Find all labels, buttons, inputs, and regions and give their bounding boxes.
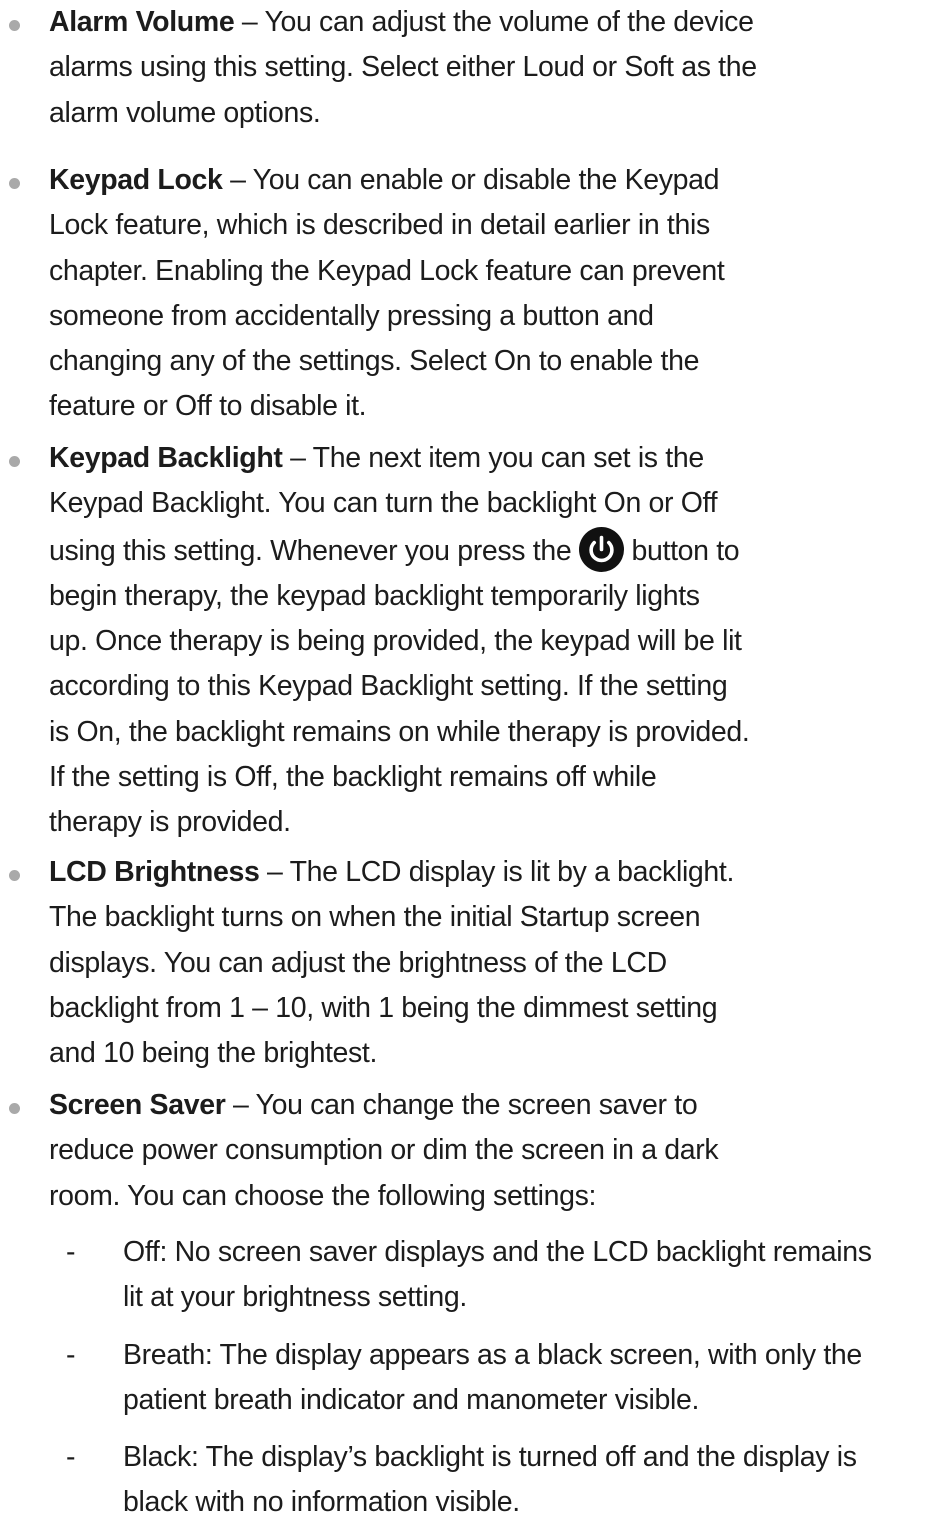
text-line: is On, the backlight remains on while th…: [49, 715, 750, 748]
text-line: Off: No screen saver displays and the LC…: [123, 1236, 872, 1268]
text-fragment: – You can adjust the volume of the devic…: [234, 6, 754, 38]
sub-list-item-text: Off: No screen saver displays and the LC…: [123, 1230, 929, 1321]
text-fragment: using this setting. Whenever you press t…: [49, 534, 572, 567]
bullet-icon: [9, 1103, 20, 1114]
dash-marker: -: [66, 1339, 76, 1371]
term-label: Keypad Backlight: [49, 442, 283, 474]
text-line: Black: The display’s backlight is turned…: [123, 1441, 857, 1473]
text-line: Keypad Backlight – The next item you can…: [49, 436, 839, 481]
text-line: Screen Saver – You can change the screen…: [49, 1083, 839, 1128]
text-line: black with no information visible.: [123, 1486, 520, 1519]
bullet-icon: [9, 20, 20, 31]
text-line: and 10 being the brightest.: [49, 1037, 378, 1070]
text-line: according to this Keypad Backlight setti…: [49, 670, 728, 703]
text-line: Lock feature, which is described in deta…: [49, 209, 710, 242]
text-line: Breath: The display appears as a black s…: [123, 1339, 862, 1371]
list-item-text: Alarm Volume – You can adjust the volume…: [49, 0, 839, 136]
document-page: Alarm Volume – You can adjust the volume…: [0, 0, 929, 1518]
list-item-text: Screen Saver – You can change the screen…: [49, 1083, 839, 1219]
text-line: Alarm Volume – You can adjust the volume…: [49, 0, 839, 45]
text-fragment: – The LCD display is lit by a backlight.: [259, 856, 735, 888]
text-line: someone from accidentally pressing a but…: [49, 299, 654, 332]
dash-marker: -: [66, 1441, 76, 1473]
list-item-text: LCD Brightness – The LCD display is lit …: [49, 850, 839, 1076]
text-line: begin therapy, the keypad backlight temp…: [49, 579, 700, 612]
text-line: using this setting. Whenever you press t…: [49, 526, 839, 574]
text-line: LCD Brightness – The LCD display is lit …: [49, 850, 839, 895]
text-line: up. Once therapy is being provided, the …: [49, 625, 742, 658]
term-label: Keypad Lock: [49, 164, 223, 196]
sub-list-item-text: Breath: The display appears as a black s…: [123, 1333, 929, 1424]
text-line: lit at your brightness setting.: [123, 1281, 467, 1314]
text-fragment: – You can change the screen saver to: [225, 1089, 698, 1121]
text-line: room. You can choose the following setti…: [49, 1179, 597, 1212]
list-item-text: Keypad Backlight – The next item you can…: [49, 436, 839, 846]
text-fragment: – You can enable or disable the Keypad: [222, 164, 720, 196]
power-icon: [578, 526, 624, 572]
dash-marker: -: [66, 1236, 76, 1268]
text-fragment: – The next item you can set is the: [282, 442, 704, 474]
term-label: Alarm Volume: [49, 6, 235, 38]
text-line: chapter. Enabling the Keypad Lock featur…: [49, 254, 725, 287]
text-line: alarm volume options.: [49, 96, 321, 129]
text-line: backlight from 1 – 10, with 1 being the …: [49, 991, 718, 1024]
text-line: If the setting is Off, the backlight rem…: [49, 761, 657, 794]
sub-list-item-text: Black: The display’s backlight is turned…: [123, 1435, 929, 1526]
text-line: alarms using this setting. Select either…: [49, 51, 757, 84]
term-label: Screen Saver: [49, 1089, 226, 1121]
text-line: reduce power consumption or dim the scre…: [49, 1134, 719, 1167]
term-label: LCD Brightness: [49, 856, 260, 888]
text-line: changing any of the settings. Select On …: [49, 345, 700, 378]
text-line: patient breath indicator and manometer v…: [123, 1384, 700, 1417]
text-line: Keypad Lock – You can enable or disable …: [49, 158, 839, 203]
bullet-icon: [9, 870, 20, 881]
text-line: Keypad Backlight. You can turn the backl…: [49, 487, 718, 520]
text-fragment: button to: [631, 534, 740, 567]
text-line: displays. You can adjust the brightness …: [49, 946, 667, 979]
text-line: therapy is provided.: [49, 806, 291, 839]
list-item-text: Keypad Lock – You can enable or disable …: [49, 158, 839, 430]
bullet-icon: [9, 178, 20, 189]
bullet-icon: [9, 456, 20, 467]
text-line: feature or Off to disable it.: [49, 390, 367, 423]
text-line: The backlight turns on when the initial …: [49, 901, 701, 934]
